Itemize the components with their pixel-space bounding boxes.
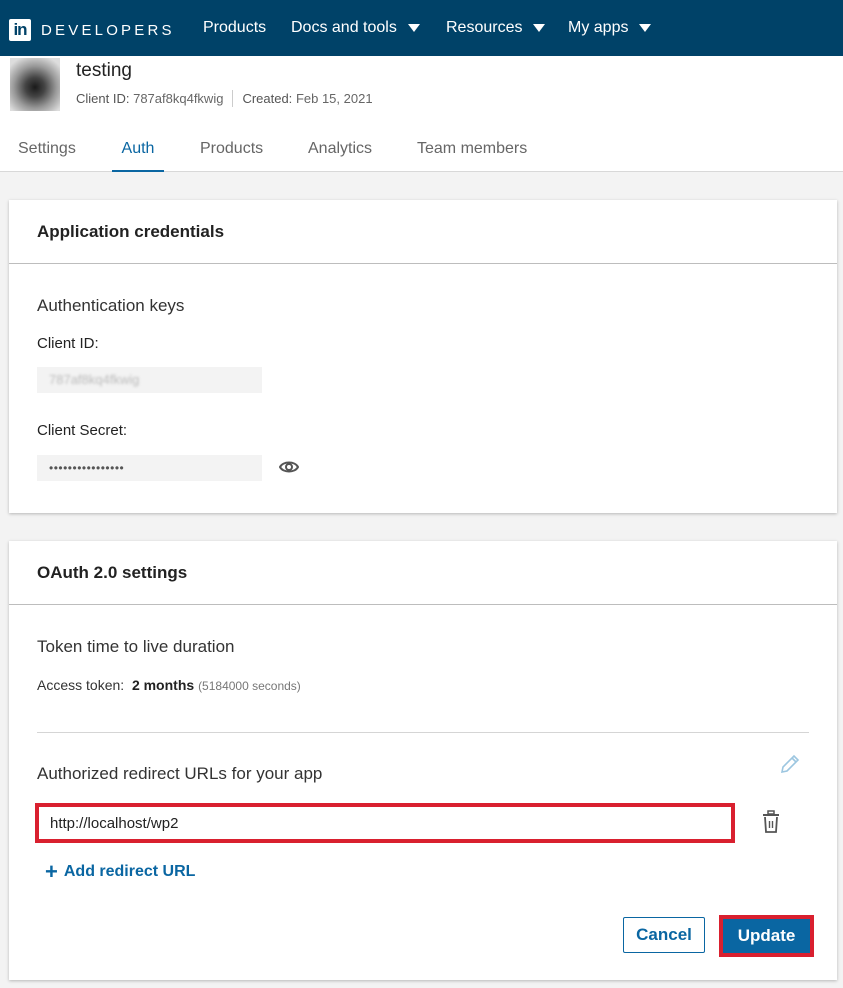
linkedin-developers-logo[interactable]: in DEVELOPERS <box>9 19 175 41</box>
nav-my-apps-label: My apps <box>568 19 629 36</box>
app-header: testing Client ID: 787af8kq4fkwig Create… <box>0 56 843 172</box>
nav-my-apps[interactable]: My apps <box>568 19 652 37</box>
nav-products[interactable]: Products <box>203 19 266 37</box>
app-logo <box>10 58 60 111</box>
tab-team-members[interactable]: Team members <box>417 140 527 172</box>
app-meta: Client ID: 787af8kq4fkwig Created: Feb 1… <box>76 90 373 107</box>
meta-divider <box>232 90 234 107</box>
created-label: Created: <box>242 91 293 106</box>
access-token-label: Access token: <box>37 677 125 693</box>
cancel-button[interactable]: Cancel <box>623 917 705 953</box>
redirect-url-input[interactable] <box>35 803 735 843</box>
redirect-heading: Authorized redirect URLs for your app <box>37 764 323 783</box>
update-button[interactable]: Update <box>723 919 810 953</box>
add-redirect-url-button[interactable]: + Add redirect URL <box>45 859 196 884</box>
plus-icon: + <box>45 859 58 884</box>
client-id-field[interactable]: 787af8kq4fkwig <box>37 367 262 393</box>
tab-auth[interactable]: Auth <box>112 140 164 172</box>
nav-docs-label: Docs and tools <box>291 19 397 36</box>
client-secret-value: •••••••••••••••• <box>49 461 125 475</box>
caret-down-icon <box>533 24 546 32</box>
caret-down-icon <box>407 24 420 32</box>
eye-icon[interactable] <box>278 459 300 480</box>
update-highlight: Update <box>719 915 814 957</box>
caret-down-icon <box>639 24 652 32</box>
client-secret-label: Client Secret: <box>37 422 128 439</box>
client-id-label: Client ID: <box>76 91 130 106</box>
tab-settings[interactable]: Settings <box>18 140 76 172</box>
tab-products[interactable]: Products <box>200 140 263 172</box>
client-secret-field[interactable]: •••••••••••••••• <box>37 455 262 481</box>
trash-icon[interactable] <box>761 810 781 839</box>
client-id-field-label: Client ID: <box>37 335 99 352</box>
auth-keys-heading: Authentication keys <box>37 296 185 315</box>
created-value: Feb 15, 2021 <box>295 91 373 106</box>
client-id-field-value: 787af8kq4fkwig <box>49 372 140 387</box>
add-redirect-url-label: Add redirect URL <box>63 863 196 880</box>
access-token-info: Access token: 2 months (5184000 seconds) <box>37 677 301 693</box>
nav-resources-label: Resources <box>446 19 523 36</box>
nav-docs-and-tools[interactable]: Docs and tools <box>291 19 420 37</box>
oauth-title: OAuth 2.0 settings <box>9 541 837 605</box>
ttl-heading: Token time to live duration <box>37 637 235 656</box>
brand-label: DEVELOPERS <box>41 21 175 39</box>
nav-resources[interactable]: Resources <box>446 19 546 37</box>
access-token-duration: 2 months <box>131 677 195 693</box>
oauth-card: OAuth 2.0 settings Token time to live du… <box>9 541 837 980</box>
access-token-seconds: (5184000 seconds) <box>198 679 301 693</box>
credentials-title: Application credentials <box>9 200 837 264</box>
top-nav: in DEVELOPERS Products Docs and tools Re… <box>0 0 843 56</box>
nav-products-label: Products <box>203 19 267 36</box>
tab-analytics[interactable]: Analytics <box>308 140 372 172</box>
tab-bar: Settings Auth Products Analytics Team me… <box>0 140 843 172</box>
credentials-card: Application credentials Authentication k… <box>9 200 837 513</box>
linkedin-icon: in <box>9 19 31 41</box>
app-name: testing <box>76 60 132 81</box>
client-id-value: 787af8kq4fkwig <box>133 91 224 106</box>
pencil-icon[interactable] <box>779 753 801 780</box>
section-divider <box>37 732 809 733</box>
